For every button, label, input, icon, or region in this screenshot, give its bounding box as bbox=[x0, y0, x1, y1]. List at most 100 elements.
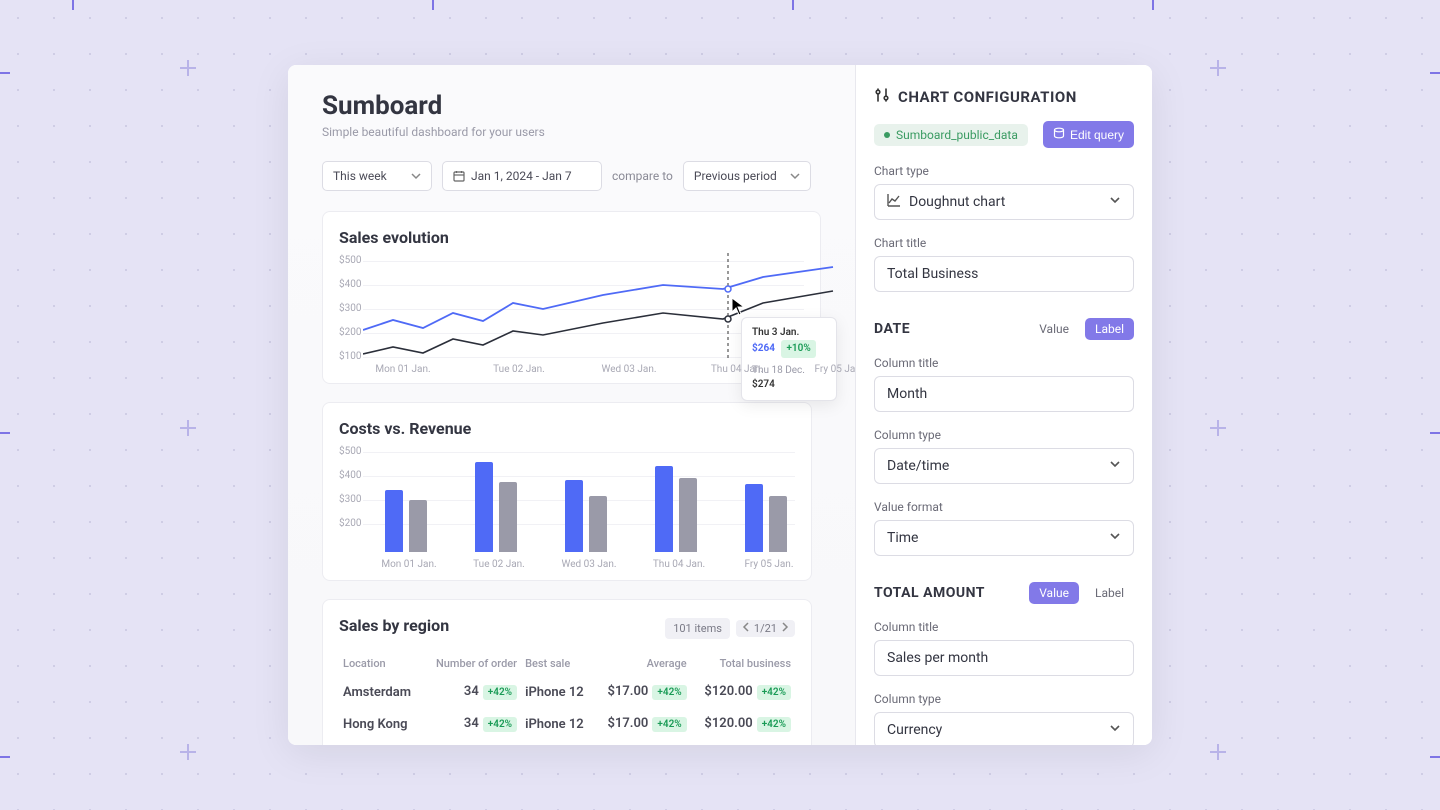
delta-badge: +42% bbox=[757, 685, 791, 700]
config-header-text: CHART CONFIGURATION bbox=[898, 88, 1077, 106]
date-value-label-toggle: Value Label bbox=[1029, 318, 1134, 340]
cell-best-sale: iPhone 12 bbox=[521, 676, 595, 708]
toggle-label[interactable]: Label bbox=[1085, 582, 1134, 604]
chart-title-input[interactable]: Total Business bbox=[874, 256, 1134, 292]
edit-query-label: Edit query bbox=[1070, 128, 1124, 142]
x-tick: Mon 01 Jan. bbox=[381, 559, 436, 570]
prev-page-icon[interactable] bbox=[742, 622, 750, 635]
next-page-icon[interactable] bbox=[781, 622, 789, 635]
delta-badge: +42% bbox=[483, 685, 517, 700]
data-source-name: Sumboard_public_data bbox=[896, 128, 1018, 142]
chart-type-value: Doughnut chart bbox=[909, 194, 1005, 210]
x-tick: Tue 02 Jan. bbox=[493, 364, 545, 375]
cell-orders: 34 bbox=[464, 716, 479, 731]
chevron-down-icon bbox=[1109, 194, 1121, 210]
x-tick: Wed 03 Jan. bbox=[562, 559, 617, 570]
page-title: Sumboard bbox=[322, 91, 821, 121]
col-average: Average bbox=[595, 651, 691, 676]
sliders-icon bbox=[874, 87, 890, 107]
filters-row: This week Jan 1, 2024 - Jan 7 compare to… bbox=[322, 161, 821, 191]
y-tick: $500 bbox=[339, 255, 361, 266]
chevron-down-icon bbox=[790, 171, 800, 181]
amount-column-type-select[interactable]: Currency bbox=[874, 712, 1134, 745]
date-section-header: DATE bbox=[874, 321, 910, 337]
chevron-down-icon bbox=[1109, 458, 1121, 474]
date-column-type-select[interactable]: Date/time bbox=[874, 448, 1134, 484]
y-tick: $300 bbox=[339, 303, 361, 314]
costs-revenue-chart[interactable]: $500 $400 $300 $200 Mon 01 Jan. Tue 02 J… bbox=[339, 444, 795, 570]
amount-value-label-toggle: Value Label bbox=[1029, 582, 1134, 604]
sales-evolution-chart[interactable]: $500 $400 $300 $200 $100 bbox=[339, 253, 804, 375]
amount-column-type-value: Currency bbox=[887, 722, 942, 738]
cell-average: $17.00 bbox=[608, 716, 649, 731]
sales-region-table: Location Number of order Best sale Avera… bbox=[339, 651, 795, 740]
tooltip-value-a: $264 bbox=[752, 343, 775, 354]
sales-evolution-card: Sales evolution $500 $400 $300 $200 $100 bbox=[322, 211, 821, 384]
chart-type-select[interactable]: Doughnut chart bbox=[874, 184, 1134, 220]
delta-badge: +42% bbox=[757, 717, 791, 732]
cursor-icon bbox=[731, 297, 747, 317]
date-range-text: Jan 1, 2024 - Jan 7 bbox=[471, 169, 572, 183]
chevron-down-icon bbox=[1109, 722, 1121, 738]
calendar-icon bbox=[453, 170, 465, 182]
chart-type-label: Chart type bbox=[874, 164, 1134, 178]
cell-location: Amsterdam bbox=[339, 676, 423, 708]
x-tick: Thu 04 Jan. bbox=[653, 559, 705, 570]
cell-location: Hong Kong bbox=[339, 708, 423, 740]
sales-region-title: Sales by region bbox=[339, 616, 449, 635]
page-indicator: 1/21 bbox=[754, 622, 777, 635]
cell-best-sale: iPhone 12 bbox=[521, 708, 595, 740]
config-panel: CHART CONFIGURATION Sumboard_public_data… bbox=[855, 65, 1152, 745]
chart-title-label: Chart title bbox=[874, 236, 1134, 250]
costs-revenue-card: Costs vs. Revenue $500 $400 $300 $200 Mo… bbox=[322, 402, 812, 581]
data-source-chip[interactable]: Sumboard_public_data bbox=[874, 124, 1028, 146]
amount-column-type-label: Column type bbox=[874, 692, 1134, 706]
toggle-value[interactable]: Value bbox=[1029, 582, 1079, 604]
x-tick: Tue 02 Jan. bbox=[473, 559, 525, 570]
y-tick: $500 bbox=[339, 446, 361, 457]
col-total: Total business bbox=[691, 651, 795, 676]
status-dot-icon bbox=[884, 132, 890, 138]
date-range-picker[interactable]: Jan 1, 2024 - Jan 7 bbox=[442, 161, 602, 191]
delta-badge: +42% bbox=[652, 717, 686, 732]
value-format-value: Time bbox=[887, 530, 918, 546]
y-tick: $100 bbox=[339, 351, 361, 362]
compare-select[interactable]: Previous period bbox=[683, 161, 811, 191]
compare-label: compare to bbox=[612, 169, 673, 183]
page-subtitle: Simple beautiful dashboard for your user… bbox=[322, 125, 821, 139]
x-tick: Fry 05 Jan. bbox=[815, 364, 855, 375]
cell-average: $17.00 bbox=[608, 684, 649, 699]
date-column-type-value: Date/time bbox=[887, 458, 949, 474]
value-format-select[interactable]: Time bbox=[874, 520, 1134, 556]
y-tick: $400 bbox=[339, 470, 361, 481]
delta-badge: +42% bbox=[483, 717, 517, 732]
items-count-badge: 101 items bbox=[665, 618, 730, 639]
compare-select-value: Previous period bbox=[694, 169, 777, 183]
toggle-value[interactable]: Value bbox=[1029, 318, 1079, 340]
chart-tooltip: Thu 3 Jan. $264 +10% Thu 18 Dec. $274 bbox=[741, 317, 837, 401]
value-format-label: Value format bbox=[874, 500, 1134, 514]
range-select[interactable]: This week bbox=[322, 161, 432, 191]
col-best-sale: Best sale bbox=[521, 651, 595, 676]
date-column-title-input[interactable]: Month bbox=[874, 376, 1134, 412]
table-row[interactable]: Hong Kong 34+42% iPhone 12 $17.00+42% $1… bbox=[339, 708, 795, 740]
sales-region-card: Sales by region 101 items 1/21 Location … bbox=[322, 599, 812, 745]
col-orders: Number of order bbox=[423, 651, 521, 676]
app-window: Sumboard Simple beautiful dashboard for … bbox=[288, 65, 1152, 745]
amount-column-title-input[interactable]: Sales per month bbox=[874, 640, 1134, 676]
date-column-type-label: Column type bbox=[874, 428, 1134, 442]
chart-title-value: Total Business bbox=[887, 266, 978, 282]
date-column-title-label: Column title bbox=[874, 356, 1134, 370]
database-icon bbox=[1053, 127, 1065, 142]
amount-section-header: TOTAL AMOUNT bbox=[874, 585, 985, 601]
table-row[interactable]: Amsterdam 34+42% iPhone 12 $17.00+42% $1… bbox=[339, 676, 795, 708]
dashboard-panel: Sumboard Simple beautiful dashboard for … bbox=[288, 65, 855, 745]
amount-column-title-value: Sales per month bbox=[887, 650, 988, 666]
edit-query-button[interactable]: Edit query bbox=[1043, 121, 1134, 148]
toggle-label[interactable]: Label bbox=[1085, 318, 1134, 340]
amount-column-title-label: Column title bbox=[874, 620, 1134, 634]
costs-revenue-title: Costs vs. Revenue bbox=[339, 419, 795, 438]
col-location: Location bbox=[339, 651, 423, 676]
y-tick: $400 bbox=[339, 279, 361, 290]
chevron-down-icon bbox=[1109, 530, 1121, 546]
